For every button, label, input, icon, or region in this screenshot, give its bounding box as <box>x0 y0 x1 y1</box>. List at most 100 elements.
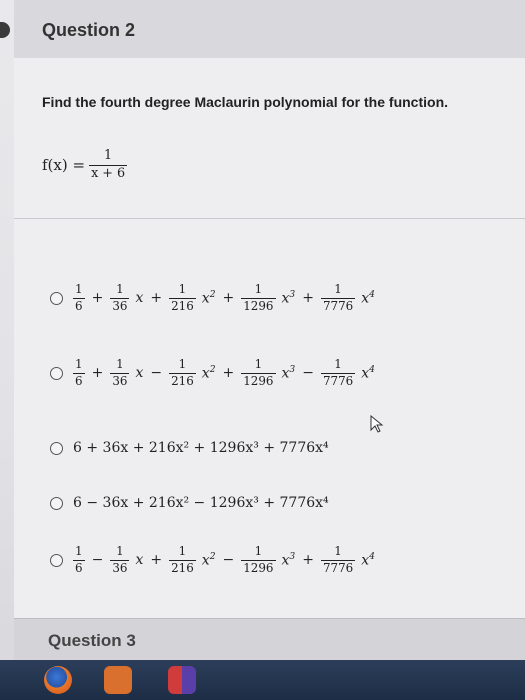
answer-radio[interactable] <box>50 553 63 567</box>
term-denominator: 6 <box>73 372 85 388</box>
term-fraction: 1 7776 <box>320 543 356 575</box>
windows-icon[interactable] <box>168 666 196 694</box>
term-sign: + <box>150 552 163 568</box>
question-title: Question 2 <box>42 20 136 40</box>
next-question-title: Question 3 <box>48 631 136 650</box>
term-fraction: 1 7776 <box>320 281 356 313</box>
term-numerator: 1 <box>75 543 83 558</box>
mouse-pointer-icon <box>370 415 384 433</box>
term-fraction: 16 <box>73 543 85 575</box>
function-expression: f(x) = 1 x + 6 <box>42 142 128 188</box>
term-variable: x4 <box>361 289 375 307</box>
answer-text: 6 + 36x + 216x² + 1296x³ + 7776x⁴ <box>73 440 329 456</box>
answer-option[interactable]: 6 + 36x + 216x² + 1296x³ + 7776x⁴ <box>50 428 329 468</box>
question-header: Question 2 <box>0 0 525 59</box>
term-variable: x3 <box>281 289 296 307</box>
term-variable: x2 <box>201 551 216 569</box>
term-variable: x <box>135 365 144 381</box>
term-fraction: 1 36 <box>110 543 130 575</box>
term-sign: − <box>91 552 104 568</box>
term-fraction: 16 <box>73 356 85 388</box>
term-sign: − <box>302 365 314 381</box>
firefox-icon[interactable] <box>44 666 72 694</box>
question-prompt: Find the fourth degree Maclaurin polynom… <box>42 94 449 110</box>
term-sign: + <box>302 290 314 306</box>
term-numerator: 1 <box>116 356 124 371</box>
term-numerator: 1 <box>334 281 342 296</box>
taskbar <box>0 660 525 700</box>
term-denominator: 6 <box>73 559 85 575</box>
term-sign: − <box>150 365 163 381</box>
answer-text: 6 − 36x + 216x² − 1296x³ + 7776x⁴ <box>73 495 329 511</box>
term-sign: + <box>222 365 235 381</box>
term-numerator: 1 <box>254 356 263 371</box>
term-fraction: 1 1296 <box>241 356 276 388</box>
screen: Question 2 Find the fourth degree Maclau… <box>0 0 525 700</box>
term-fraction: 1 216 <box>169 356 196 388</box>
answer-option[interactable]: 1 6 +1 36 x +1 216 x2 +1 1296 x3 +1 7776 x4 <box>50 278 375 318</box>
term-numerator: 1 <box>254 543 263 558</box>
term-denominator: 6 <box>73 297 85 313</box>
term-denominator: 7776 <box>320 372 356 388</box>
term-fraction: 1 1296 <box>241 543 276 575</box>
term-variable: x <box>135 552 144 568</box>
term-numerator: 1 <box>254 281 263 296</box>
function-denominator: x + 6 <box>89 164 128 181</box>
term-sign: + <box>302 552 314 568</box>
term-sign: + <box>222 290 235 306</box>
term-fraction: 1 1296 <box>241 281 276 313</box>
term-variable: x4 <box>361 551 375 569</box>
term-denominator: 1296 <box>241 372 276 388</box>
term-fraction: 16 <box>73 281 85 313</box>
function-numerator: 1 <box>104 147 113 163</box>
term-variable: x4 <box>361 364 375 382</box>
divider <box>14 218 525 219</box>
function-fraction: 1 x + 6 <box>89 147 128 181</box>
term-numerator: 1 <box>178 281 187 296</box>
files-icon[interactable] <box>104 666 132 694</box>
term-variable: x3 <box>281 551 296 569</box>
term-variable: x2 <box>201 289 216 307</box>
term-variable: x2 <box>201 364 216 382</box>
term-fraction: 1 36 <box>110 356 130 388</box>
term-fraction: 1 216 <box>169 281 196 313</box>
answer-option[interactable]: 1 6−1 36 x +1 216 x2−1 1296 x3 +1 7776 x4 <box>50 540 375 580</box>
term-numerator: 1 <box>334 543 342 558</box>
term-numerator: 1 <box>178 543 187 558</box>
term-sign: + <box>91 365 104 381</box>
term-variable: x <box>135 290 144 306</box>
term-denominator: 36 <box>110 372 130 388</box>
term-sign: + <box>91 290 104 306</box>
term-numerator: 1 <box>75 281 83 296</box>
answer-radio[interactable] <box>50 441 63 455</box>
term-numerator: 1 <box>116 281 124 296</box>
term-denominator: 216 <box>169 559 196 575</box>
term-denominator: 7776 <box>320 559 356 575</box>
term-numerator: 1 <box>116 543 124 558</box>
term-numerator: 1 <box>178 356 187 371</box>
term-denominator: 216 <box>169 372 196 388</box>
question-body: Find the fourth degree Maclaurin polynom… <box>14 58 525 618</box>
function-lhs: f(x) = <box>42 156 86 174</box>
term-denominator: 7776 <box>320 297 356 313</box>
term-fraction: 1 36 <box>110 281 130 313</box>
term-variable: x3 <box>281 364 296 382</box>
term-sign: − <box>222 552 235 568</box>
answer-radio[interactable] <box>50 496 63 510</box>
answer-radio[interactable] <box>50 291 63 305</box>
term-denominator: 36 <box>110 559 130 575</box>
answer-option[interactable]: 6 − 36x + 216x² − 1296x³ + 7776x⁴ <box>50 483 329 523</box>
term-denominator: 1296 <box>241 559 276 575</box>
term-denominator: 1296 <box>241 297 276 313</box>
answer-radio[interactable] <box>50 366 63 380</box>
term-numerator: 1 <box>334 356 342 371</box>
term-fraction: 1 7776 <box>320 356 356 388</box>
browser-edge <box>0 22 10 38</box>
term-fraction: 1 216 <box>169 543 196 575</box>
answer-option[interactable]: 1 6 +1 36 x −1 216 x2 +1 1296 x3−1 7776 x4 <box>50 353 375 393</box>
term-denominator: 36 <box>110 297 130 313</box>
term-sign: + <box>150 290 163 306</box>
term-numerator: 1 <box>75 356 83 371</box>
next-question-header: Question 3 <box>14 618 525 661</box>
term-denominator: 216 <box>169 297 196 313</box>
